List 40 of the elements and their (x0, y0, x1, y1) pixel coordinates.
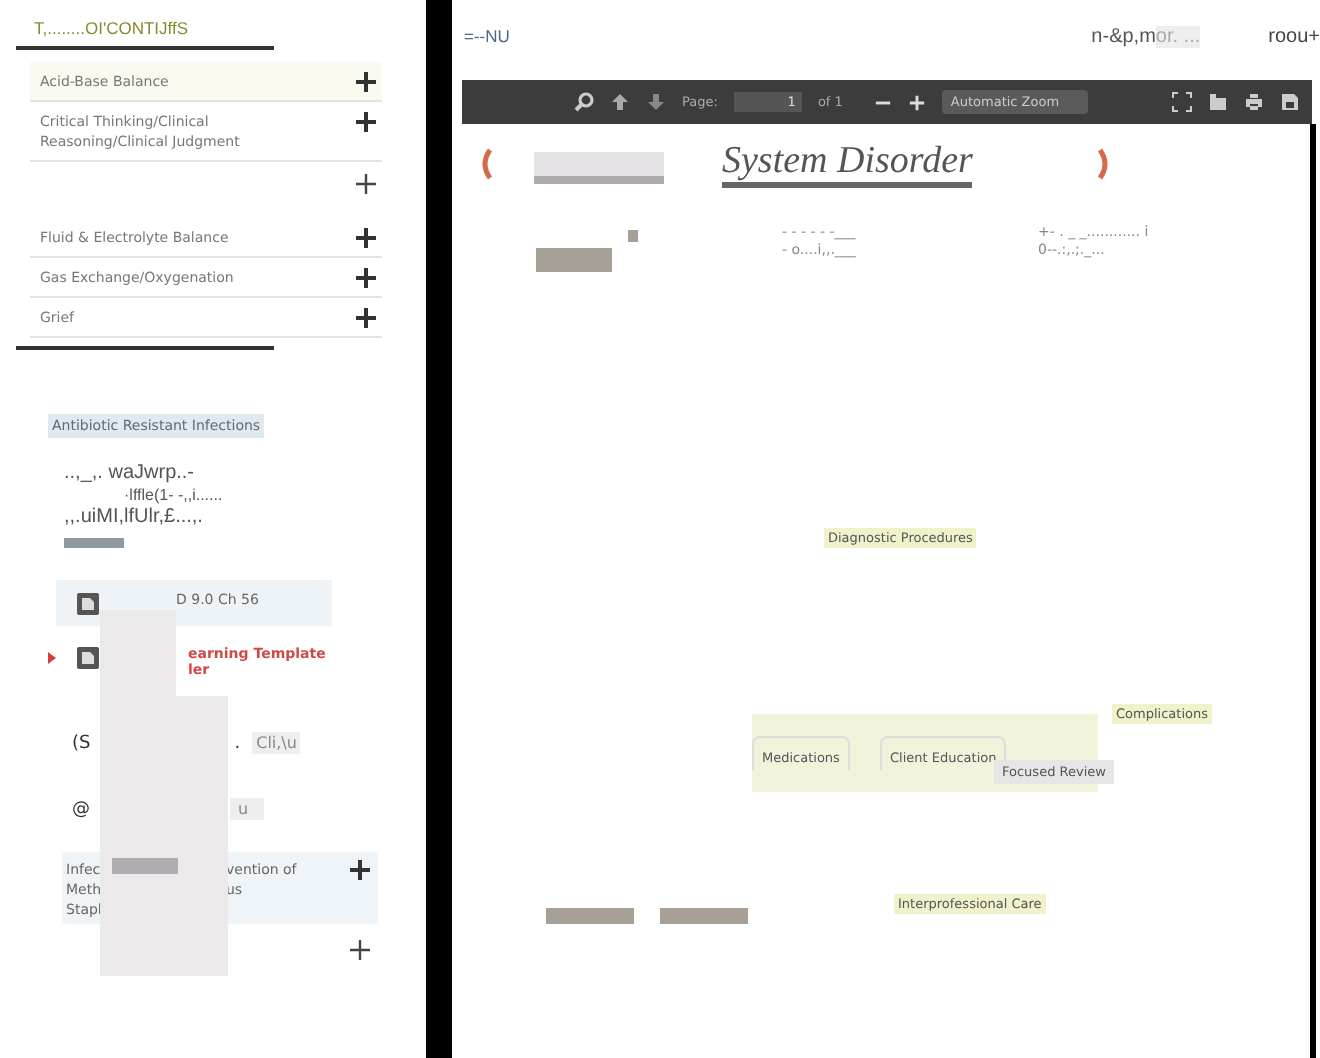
expand-icon[interactable] (356, 228, 376, 248)
bracket-icon (1096, 148, 1112, 180)
description-text: ,,.uiMI,lfUlr,£...,. (64, 506, 205, 530)
note-mark: @ (72, 799, 90, 819)
pointer-icon (48, 652, 56, 664)
pdf-icon (76, 592, 100, 616)
search-icon[interactable] (574, 92, 594, 112)
contents-title: T,........OI'CONTIJffS (34, 18, 191, 38)
bracket-icon (478, 148, 494, 180)
description-text: ·lffle(1- -,,i...... (124, 486, 225, 506)
note-dot: . (234, 733, 241, 753)
down-arrow-icon[interactable] (646, 92, 666, 112)
redaction-block (64, 538, 124, 548)
open-file-icon[interactable] (1208, 92, 1228, 112)
fullscreen-icon[interactable] (1172, 92, 1192, 112)
header-link[interactable]: roou+ (1268, 25, 1320, 47)
document-title: System Disorder (722, 142, 973, 188)
note-chip: u (230, 798, 265, 820)
expand-icon[interactable] (356, 72, 376, 92)
note-chip: Cli,\u (252, 732, 301, 754)
header-link[interactable]: n-&p,mor. ... (1091, 25, 1201, 47)
expand-icon[interactable] (356, 268, 376, 288)
zoom-in-icon[interactable] (908, 93, 927, 111)
print-icon[interactable] (1244, 92, 1264, 112)
expand-icon[interactable] (356, 308, 376, 328)
note-mark: (S (72, 733, 91, 753)
redaction-block (534, 152, 664, 184)
redaction-block (628, 230, 638, 242)
expand-icon[interactable] (350, 860, 370, 880)
header-text: =--NU (464, 26, 510, 46)
up-arrow-icon[interactable] (610, 92, 630, 112)
redaction-block (536, 248, 612, 272)
expand-icon[interactable] (356, 112, 376, 132)
description-text: ..,_,. waJwrp..- (64, 462, 197, 486)
redaction-block (546, 908, 634, 924)
redaction-block (660, 908, 748, 924)
expand-icon[interactable] (350, 940, 370, 960)
expand-icon[interactable] (356, 174, 376, 194)
pdf-icon (76, 646, 100, 670)
save-icon[interactable] (1280, 92, 1300, 112)
